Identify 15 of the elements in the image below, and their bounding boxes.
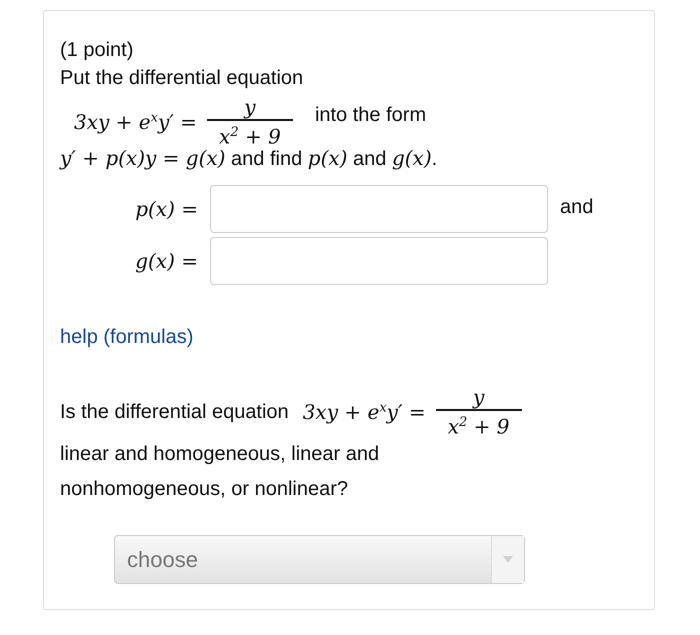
equation-text: 3xy + e$^{x}$y′ =: [302, 400, 426, 424]
answer-label: g(x) =: [135, 249, 198, 273]
help-link[interactable]: help (formulas): [60, 323, 194, 351]
question-text: linear and homogeneous, linear and nonhomogeneous, or nonlinear?: [60, 442, 380, 502]
instruction-text: Put the differential equation: [60, 66, 304, 91]
question-text: Is the differential equation: [60, 400, 289, 425]
fraction-numerator: y: [472, 385, 484, 409]
equation-text: 3xy + e$^{x}$y′ =: [74, 110, 197, 134]
points-label: (1 point): [60, 38, 134, 63]
trailing-text: and: [560, 195, 594, 220]
answer-label: p(x) =: [135, 197, 198, 221]
fraction-denominator: x$^{2}$ + 9: [448, 414, 510, 439]
choose-dropdown[interactable]: choose: [114, 534, 525, 584]
instruction-text: into the form: [314, 103, 426, 128]
fraction-numerator: y: [244, 95, 256, 120]
